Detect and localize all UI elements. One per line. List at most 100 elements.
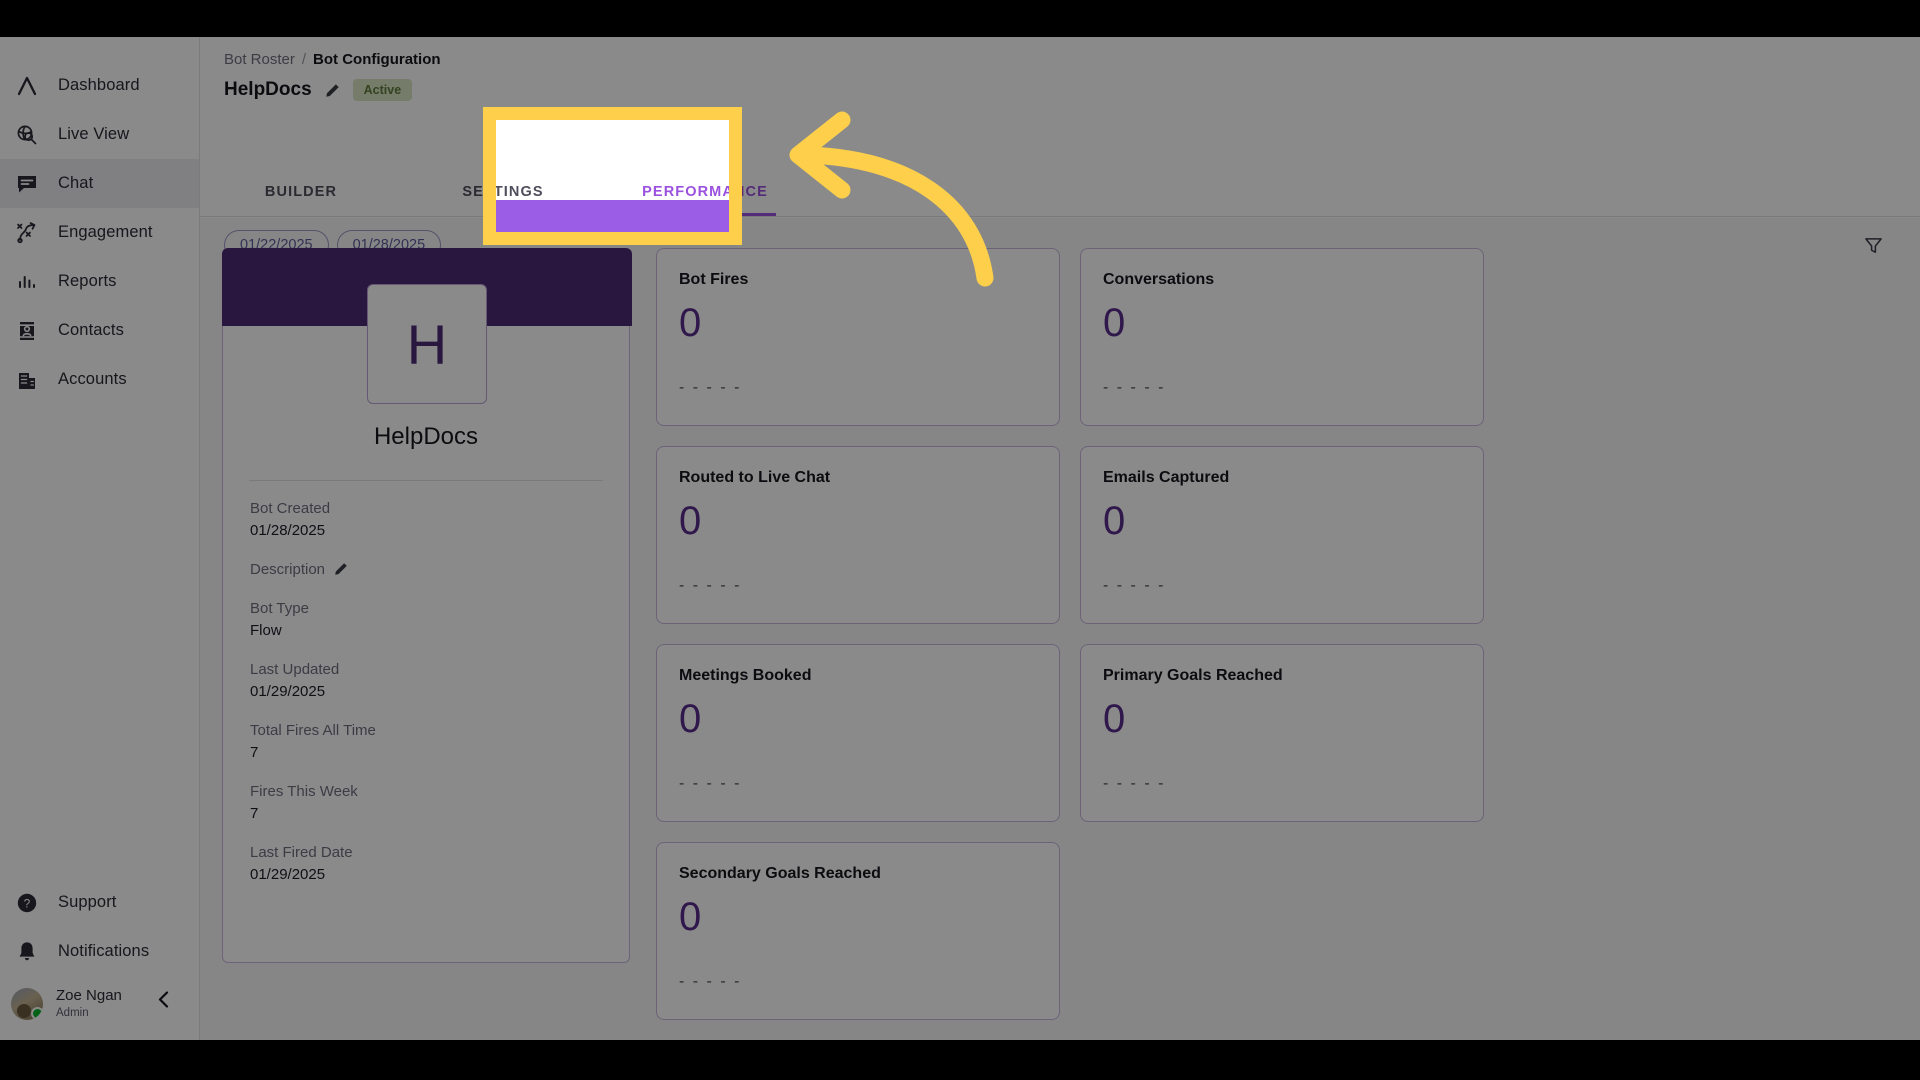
metric-card[interactable]: Emails Captured 0 - - - - - [1080, 446, 1484, 624]
tab-settings[interactable]: SETTINGS [402, 167, 604, 216]
sidebar-item-accounts[interactable]: Accounts [0, 355, 199, 404]
metric-card[interactable]: Routed to Live Chat 0 - - - - - [656, 446, 1060, 624]
metrics-grid: Bot Fires 0 - - - - - Conversations 0 - - - -… [656, 248, 1890, 1020]
bot-info-card: H HelpDocs Bot Created 01/28/2025 Descript… [222, 248, 632, 963]
sidebar-item-label: Dashboard [58, 76, 140, 94]
bot-field-label-text: Bot Type [250, 600, 309, 617]
sidebar-item-live-view[interactable]: Live View [0, 110, 199, 159]
metric-value: 0 [1103, 499, 1126, 543]
metric-card[interactable]: Primary Goals Reached 0 - - - - - [1080, 644, 1484, 822]
bot-field: Total Fires All Time 7 [250, 722, 605, 761]
metric-value: 0 [1103, 301, 1126, 345]
bot-field-value: 01/28/2025 [250, 522, 326, 539]
svg-text:?: ? [24, 896, 31, 910]
metric-subvalue: - - - - - [679, 379, 742, 396]
metric-value: 0 [1103, 697, 1126, 741]
bot-field: Bot Type Flow [250, 600, 605, 639]
bar-chart-icon [19, 275, 35, 288]
bot-field: Bot Created 01/28/2025 [250, 500, 605, 539]
metric-subvalue: - - - - - [1103, 379, 1166, 396]
bot-field-value: 01/29/2025 [250, 683, 326, 700]
user-name: Zoe Ngan [56, 987, 122, 1005]
bot-field-label-text: Fires This Week [250, 783, 358, 800]
bot-card-name: HelpDocs [373, 423, 479, 450]
metric-subvalue: - - - - - [679, 973, 742, 990]
sidebar-item-dashboard[interactable]: Dashboard [0, 61, 199, 110]
bot-field: Fires This Week 7 [250, 783, 605, 822]
breadcrumb-current: Bot Configuration [313, 51, 441, 68]
metric-value: 0 [679, 499, 702, 543]
metric-value: 0 [679, 895, 702, 939]
sidebar-item-notifications[interactable]: Notifications [0, 927, 199, 976]
bot-field-value: Flow [250, 622, 282, 639]
metric-value: 0 [679, 301, 702, 345]
bot-field-label: Last Updated [250, 661, 605, 678]
sidebar-item-label: Notifications [58, 942, 150, 960]
sidebar-item-contacts[interactable]: Contacts [0, 306, 199, 355]
sidebar-secondary-nav: ? Support Notifications Zoe Ngan Admin [0, 878, 199, 1040]
chat-bubble-icon [10, 169, 44, 199]
presence-indicator [31, 1007, 43, 1020]
letterbox-bottom [0, 1040, 1920, 1080]
sidebar-item-label: Live View [58, 125, 130, 143]
breadcrumb-parent[interactable]: Bot Roster [224, 51, 295, 68]
metric-title: Primary Goals Reached [1103, 667, 1283, 684]
sidebar-item-chat[interactable]: Chat [0, 159, 199, 208]
metric-card[interactable]: Meetings Booked 0 - - - - - [656, 644, 1060, 822]
status-badge: Active [352, 79, 413, 101]
engagement-path-icon [10, 218, 44, 248]
bar-chart-icon [10, 267, 44, 297]
sidebar-item-label: Accounts [58, 370, 127, 388]
user-role: Admin [56, 1006, 89, 1019]
metric-subvalue: - - - - - [1103, 775, 1166, 792]
sidebar-item-label: Reports [58, 272, 117, 290]
sidebar-item-engagement[interactable]: Engagement [0, 208, 199, 257]
bot-field: Last Updated 01/29/2025 [250, 661, 605, 700]
breadcrumb-separator: / [301, 51, 307, 68]
metric-title: Meetings Booked [679, 667, 812, 684]
globe-search-icon [17, 125, 37, 144]
bell-icon [10, 937, 44, 967]
tab-builder[interactable]: BUILDER [200, 167, 402, 216]
sidebar-primary-nav: Dashboard Live View Chat Engagement Reports C… [0, 37, 199, 404]
chat-bubble-icon [18, 175, 36, 192]
tab-performance[interactable]: PERFORMANCE [604, 167, 806, 216]
sidebar-item-label: Support [58, 893, 117, 911]
bot-field-label-text: Bot Created [250, 500, 331, 517]
building-icon [10, 365, 44, 395]
metric-card[interactable]: Secondary Goals Reached 0 - - - - - [656, 842, 1060, 1020]
metric-subvalue: - - - - - [679, 577, 742, 594]
bot-field-label: Description [250, 561, 605, 578]
sidebar-item-reports[interactable]: Reports [0, 257, 199, 306]
bot-field: Last Fired Date 01/29/2025 [250, 844, 605, 883]
sidebar-item-support[interactable]: ? Support [0, 878, 199, 927]
building-icon [19, 372, 35, 389]
metric-title: Routed to Live Chat [679, 469, 831, 486]
metric-card[interactable]: Bot Fires 0 - - - - - [656, 248, 1060, 426]
bot-field-label-text: Description [250, 561, 326, 578]
edit-name-icon[interactable] [325, 83, 340, 98]
card-divider [249, 480, 603, 481]
pencil-glyph [335, 563, 347, 575]
bot-field-value: 7 [250, 744, 259, 761]
bot-field-label-text: Last Updated [250, 661, 340, 678]
sidebar: Dashboard Live View Chat Engagement Reports C… [0, 37, 200, 1040]
bot-field-value: 7 [250, 805, 259, 822]
bot-field-label: Fires This Week [250, 783, 605, 800]
contact-card-icon [19, 321, 35, 340]
letterbox-top [0, 0, 1920, 37]
logo-chevron-icon [17, 76, 37, 95]
metric-card[interactable]: Conversations 0 - - - - - [1080, 248, 1484, 426]
bot-field-value: 01/29/2025 [250, 866, 326, 883]
sidebar-collapse-button[interactable] [148, 984, 178, 1014]
bot-field-label: Bot Type [250, 600, 605, 617]
help-circle-icon: ? [10, 888, 44, 918]
bot-field: Description [250, 561, 605, 578]
metric-title: Secondary Goals Reached [679, 865, 881, 882]
metric-title: Emails Captured [1103, 469, 1230, 486]
metric-title: Conversations [1103, 271, 1215, 288]
performance-panel: 01/22/2025 01/28/2025 H HelpDocs Bot Cre… [200, 218, 1920, 1040]
edit-description-icon[interactable] [334, 562, 349, 577]
engagement-path-icon [17, 221, 36, 243]
bot-fields-list: Bot Created 01/28/2025 Description Bot Type… [250, 500, 605, 905]
